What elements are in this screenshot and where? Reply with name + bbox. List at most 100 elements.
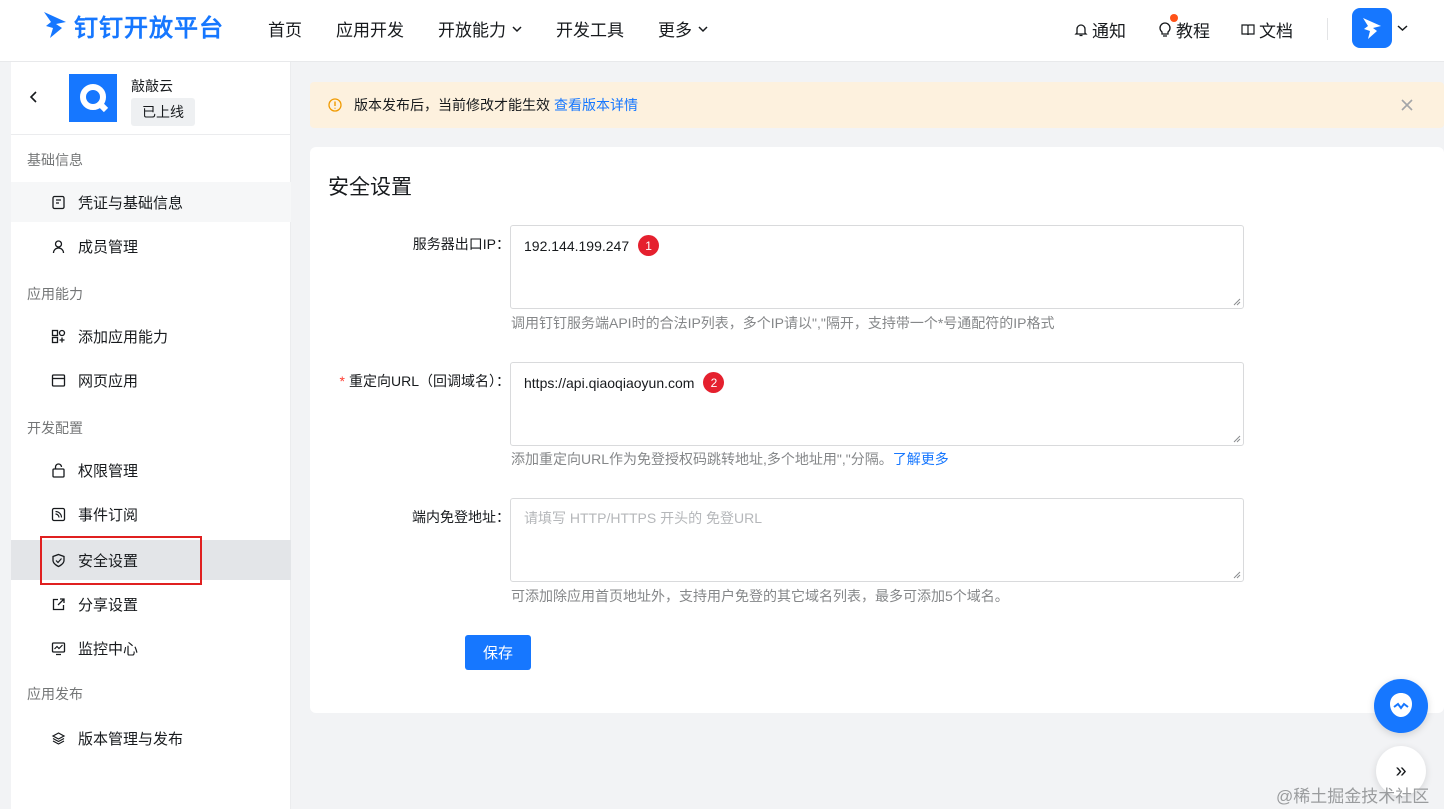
- sidebar-item-label: 网页应用: [78, 372, 139, 390]
- server-ip-value: 192.144.199.247: [524, 237, 630, 254]
- new-indicator-dot: [1170, 14, 1178, 22]
- nav-item-more[interactable]: 更多: [658, 16, 708, 41]
- redirect-url-label: * 重定向URL（回调域名）：: [340, 371, 510, 391]
- group-title-dev-config: 开发配置: [27, 420, 83, 436]
- chevron-down-icon[interactable]: [1397, 22, 1408, 33]
- rss-icon: [51, 507, 66, 521]
- in-app-login-placeholder: 请填写 HTTP/HTTPS 开头的 免登URL: [524, 510, 763, 526]
- nav-item-home[interactable]: 首页: [268, 16, 302, 41]
- server-ip-help: 调用钉钉服务端API时的合法IP列表，多个IP请以","隔开，支持带一个*号通配…: [511, 315, 1055, 331]
- redirect-url-textarea[interactable]: https://api.qiaoqiaoyun.com 2: [510, 362, 1244, 446]
- sidebar-item-label: 凭证与基础信息: [78, 194, 184, 212]
- tutorial-link[interactable]: 教程: [1157, 14, 1210, 42]
- nav-item-label: 开放能力: [438, 21, 506, 40]
- sidebar-item-event-subscription[interactable]: 事件订阅: [11, 494, 291, 534]
- apps-icon: [51, 329, 66, 343]
- close-icon[interactable]: [1400, 98, 1414, 112]
- help-text: 添加重定向URL作为免登授权码跳转地址,多个地址用","分隔。: [511, 451, 893, 467]
- sidebar: 敲敲云 已上线 基础信息 凭证与基础信息 成员管理 应用能力 添加应用能力 网页…: [11, 62, 291, 809]
- notice-text: 版本发布后，当前修改才能生效: [354, 97, 550, 113]
- nav-item-label: 首页: [268, 21, 302, 40]
- redirect-url-value: https://api.qiaoqiaoyun.com: [524, 374, 695, 391]
- dingtalk-avatar-icon: [1363, 18, 1381, 39]
- sidebar-item-label: 添加应用能力: [78, 328, 169, 346]
- user-avatar[interactable]: [1352, 8, 1392, 48]
- back-arrow-icon[interactable]: [27, 90, 41, 104]
- brand-name: 钉钉开放平台: [74, 14, 224, 42]
- field-label-text: 端内免登地址：: [412, 509, 510, 525]
- nav-item-label: 开发工具: [556, 21, 624, 40]
- save-button[interactable]: 保存: [465, 635, 531, 670]
- version-notice-banner: 版本发布后，当前修改才能生效 查看版本详情: [310, 82, 1444, 128]
- book-icon: [1241, 23, 1255, 35]
- app-name: 敲敲云: [131, 78, 173, 94]
- in-app-login-help: 可添加除应用首页地址外，支持用户免登的其它域名列表，最多可添加5个域名。: [511, 588, 1009, 604]
- sidebar-item-label: 安全设置: [78, 552, 139, 570]
- view-version-details-link[interactable]: 查看版本详情: [554, 95, 638, 115]
- redirect-url-help: 添加重定向URL作为免登授权码跳转地址,多个地址用","分隔。了解更多: [511, 449, 949, 469]
- sidebar-item-permissions[interactable]: 权限管理: [11, 450, 291, 490]
- monitor-icon: [51, 641, 66, 655]
- assistant-bot-icon: [1390, 693, 1412, 717]
- group-title-app-release: 应用发布: [27, 686, 83, 702]
- in-app-login-textarea[interactable]: 请填写 HTTP/HTTPS 开头的 免登URL: [510, 498, 1244, 582]
- nav-item-label: 更多: [658, 21, 692, 40]
- group-title-basic-info: 基础信息: [27, 152, 83, 168]
- field-label-text: 服务器出口IP：: [412, 236, 510, 252]
- learn-more-link[interactable]: 了解更多: [893, 451, 949, 467]
- dingtalk-logo-icon: [44, 12, 66, 38]
- sidebar-item-label: 权限管理: [78, 462, 139, 480]
- chevron-down-icon: [512, 25, 522, 32]
- sidebar-item-share[interactable]: 分享设置: [11, 584, 291, 624]
- nav-item-label: 应用开发: [336, 21, 404, 40]
- sidebar-item-security[interactable]: 安全设置: [11, 540, 291, 580]
- info-circle-icon: [328, 98, 342, 112]
- page-title: 安全设置: [328, 176, 412, 199]
- required-asterisk: *: [339, 373, 345, 389]
- sidebar-item-label: 分享设置: [78, 596, 139, 614]
- group-title-app-capabilities: 应用能力: [27, 286, 83, 302]
- shield-icon: [52, 553, 65, 567]
- sidebar-item-web-app[interactable]: 网页应用: [11, 360, 291, 400]
- server-ip-textarea[interactable]: 192.144.199.247 1: [510, 225, 1244, 309]
- share-icon: [52, 597, 65, 610]
- sidebar-item-members[interactable]: 成员管理: [11, 226, 291, 266]
- app-q-logo-icon: [80, 84, 109, 113]
- sidebar-item-label: 事件订阅: [78, 506, 139, 524]
- webpage-icon: [51, 373, 66, 387]
- app-logo: [69, 74, 117, 122]
- lightbulb-icon: [1159, 21, 1171, 37]
- sidebar-item-credentials[interactable]: 凭证与基础信息: [11, 182, 291, 222]
- docs-link[interactable]: 文档: [1240, 17, 1293, 42]
- resize-handle-icon[interactable]: [1232, 297, 1241, 306]
- sidebar-item-label: 监控中心: [78, 640, 139, 658]
- bell-icon: [1074, 23, 1088, 36]
- sidebar-item-add-capability[interactable]: 添加应用能力: [11, 316, 291, 356]
- sidebar-item-monitor[interactable]: 监控中心: [11, 628, 291, 668]
- resize-handle-icon[interactable]: [1232, 570, 1241, 579]
- nav-item-app-dev[interactable]: 应用开发: [336, 16, 404, 41]
- double-chevron-right-icon: »: [1395, 759, 1407, 782]
- member-icon: [52, 239, 65, 253]
- notifications-label: 通知: [1092, 22, 1126, 41]
- nav-item-dev-tools[interactable]: 开发工具: [556, 16, 624, 41]
- server-ip-label: 服务器出口IP：: [413, 234, 510, 254]
- top-navigation-bar: 钉钉开放平台 首页 应用开发 开放能力 开发工具 更多 通知 教程 文档: [0, 0, 1444, 62]
- resize-handle-icon[interactable]: [1232, 434, 1241, 443]
- nav-item-open-capabilities[interactable]: 开放能力: [438, 16, 522, 41]
- sidebar-item-version-release[interactable]: 版本管理与发布: [11, 718, 291, 758]
- in-app-login-label: 端内免登地址：: [412, 507, 510, 527]
- divider: [1327, 18, 1328, 40]
- brand-logo[interactable]: 钉钉开放平台: [42, 8, 224, 42]
- sidebar-item-label: 版本管理与发布: [78, 730, 184, 748]
- notifications-link[interactable]: 通知: [1073, 17, 1126, 42]
- sidebar-item-label: 成员管理: [78, 238, 139, 256]
- annotation-badge-2: 2: [703, 372, 725, 393]
- assistant-float-button[interactable]: [1374, 679, 1428, 733]
- docs-label: 文档: [1259, 22, 1293, 41]
- credential-icon: [52, 195, 65, 209]
- chevron-down-icon: [698, 25, 708, 32]
- app-header: 敲敲云 已上线: [11, 62, 291, 135]
- security-settings-card: 安全设置 服务器出口IP： 192.144.199.247 1 调用钉钉服务端A…: [310, 147, 1444, 713]
- app-status-badge: 已上线: [131, 98, 195, 126]
